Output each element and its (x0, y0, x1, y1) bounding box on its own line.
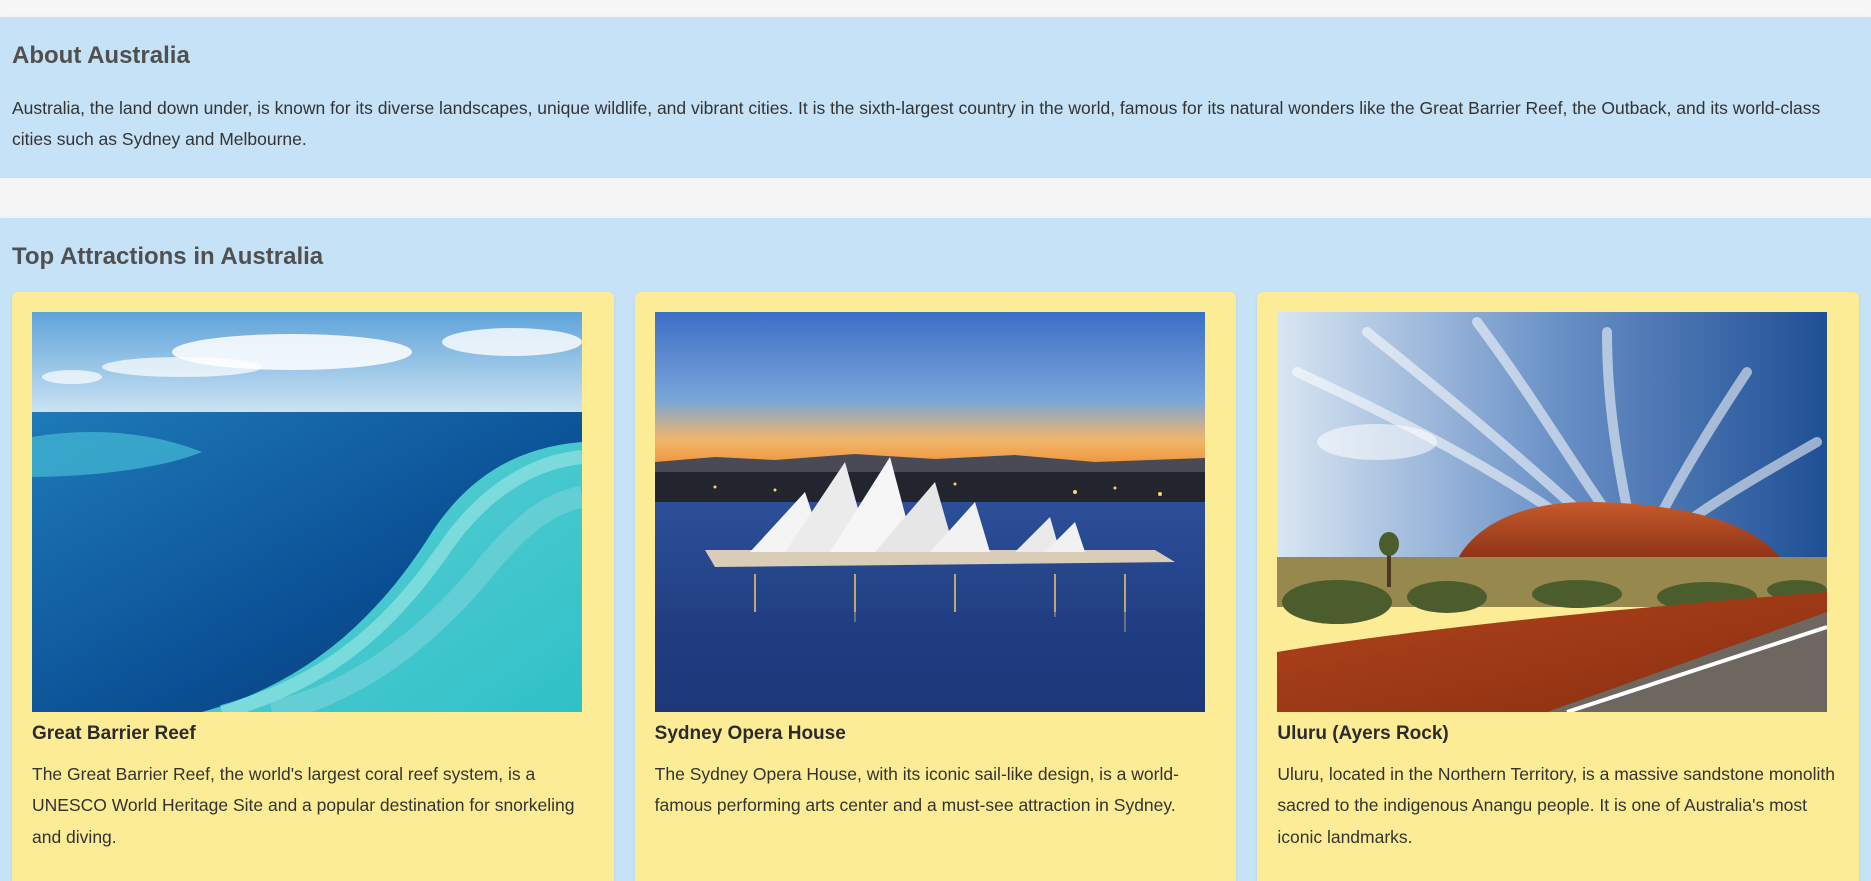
section-gap (0, 178, 1871, 218)
attraction-name: Sydney Opera House (654, 722, 846, 744)
great-barrier-reef-image (32, 311, 582, 712)
about-section: About Australia Australia, the land down… (0, 17, 1871, 178)
attraction-description: The Sydney Opera House, with its iconic … (654, 763, 1179, 816)
attractions-title: Top Attractions in Australia (12, 243, 324, 270)
attraction-card-great-barrier-reef: Great Barrier Reef The Great Barrier Ree… (12, 291, 614, 881)
sydney-opera-house-image (654, 311, 1205, 712)
attraction-description: Uluru, located in the Northern Territory… (1277, 763, 1836, 847)
attraction-name: Uluru (Ayers Rock) (1277, 722, 1449, 744)
attractions-section: Top Attractions in Australia Great Barri… (0, 218, 1871, 881)
attraction-description: The Great Barrier Reef, the world's larg… (32, 763, 575, 847)
attraction-name: Great Barrier Reef (32, 722, 196, 744)
attraction-cards: Great Barrier Reef The Great Barrier Ree… (12, 291, 1860, 881)
attraction-card-sydney-opera-house: Sydney Opera House The Sydney Opera Hous… (634, 291, 1237, 881)
attraction-card-uluru: Uluru (Ayers Rock) Uluru, located in the… (1257, 291, 1860, 881)
uluru-image (1277, 311, 1828, 712)
about-text: Australia, the land down under, is known… (12, 97, 1821, 149)
about-title: About Australia (12, 42, 190, 69)
top-strip (0, 0, 1871, 17)
